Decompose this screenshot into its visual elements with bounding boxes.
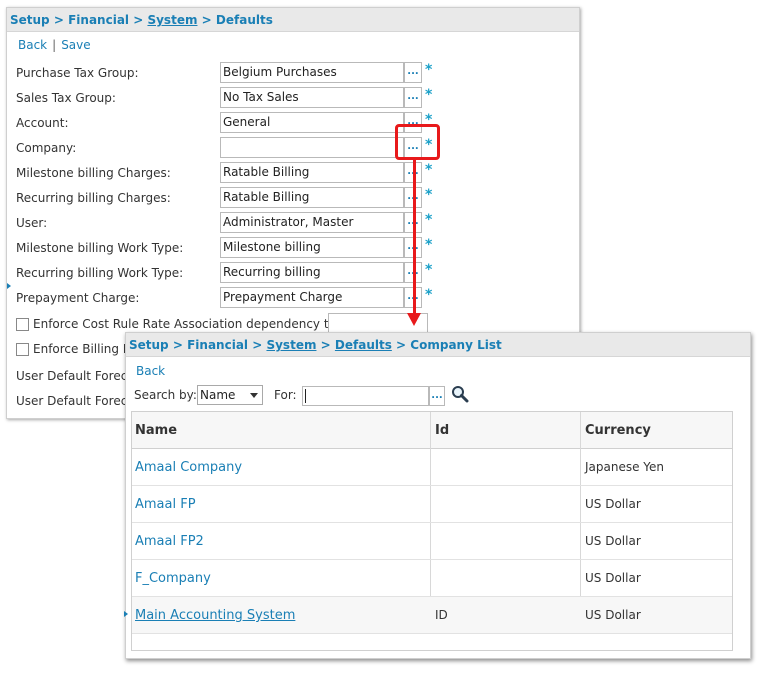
save-link[interactable]: Save <box>61 38 90 52</box>
enforce-billing-rule-label: Enforce Billing Ru <box>33 342 139 356</box>
account-input[interactable]: General <box>220 112 404 133</box>
for-lookup-button[interactable]: ... <box>429 386 445 406</box>
enforce-cost-rule-label: Enforce Cost Rule Rate Association depen… <box>33 317 340 331</box>
column-header-name[interactable]: Name <box>135 423 177 438</box>
required-indicator: * <box>425 187 433 203</box>
company-lookup-highlight <box>395 124 440 160</box>
recurring-billing-charges-label: Recurring billing Charges: <box>16 191 171 205</box>
breadcrumb-separator: > <box>252 338 263 352</box>
breadcrumb-financial[interactable]: Financial <box>68 13 129 27</box>
annotation-arrow-head <box>407 313 421 326</box>
sales-tax-group-lookup-button[interactable]: ... <box>404 87 422 108</box>
breadcrumb-separator: > <box>320 338 331 352</box>
text-caret <box>305 389 306 403</box>
breadcrumb-separator: > <box>133 13 144 27</box>
search-by-value: Name <box>200 388 236 402</box>
sales-tax-group-label: Sales Tax Group: <box>16 91 116 105</box>
sales-tax-group-input[interactable]: No Tax Sales <box>220 87 404 108</box>
milestone-billing-charges-input[interactable]: Ratable Billing <box>220 162 404 183</box>
annotation-arrow-line <box>413 160 416 314</box>
purchase-tax-group-lookup-button[interactable]: ... <box>404 62 422 83</box>
company-name-link[interactable]: Amaal Company <box>135 460 242 475</box>
required-indicator: * <box>425 62 433 78</box>
enforce-billing-rule-checkbox[interactable] <box>16 343 29 356</box>
required-indicator: * <box>425 162 433 178</box>
breadcrumb-financial[interactable]: Financial <box>187 338 248 352</box>
company-label: Company: <box>16 141 77 155</box>
recurring-billing-work-type-input[interactable]: Recurring billing <box>220 262 404 283</box>
required-indicator: * <box>425 87 433 103</box>
company-id: ID <box>435 608 448 622</box>
breadcrumb-separator: > <box>53 13 64 27</box>
company-currency: US Dollar <box>585 608 641 622</box>
chevron-down-icon <box>250 393 258 398</box>
table-row[interactable]: Main Accounting System ID US Dollar <box>124 597 732 634</box>
breadcrumb-system[interactable]: System <box>266 338 316 352</box>
user-label: User: <box>16 216 48 230</box>
purchase-tax-group-input[interactable]: Belgium Purchases <box>220 62 404 83</box>
breadcrumb: Setup > Financial > System > Defaults > … <box>126 333 750 357</box>
purchase-tax-group-label: Purchase Tax Group: <box>16 66 139 80</box>
breadcrumb-defaults[interactable]: Defaults <box>335 338 392 352</box>
back-link[interactable]: Back <box>18 38 47 52</box>
company-currency: US Dollar <box>585 571 641 585</box>
for-label: For: <box>274 388 297 402</box>
milestone-billing-charges-label: Milestone billing Charges: <box>16 166 171 180</box>
action-bar: Back | Save <box>18 38 91 52</box>
required-indicator: * <box>425 237 433 253</box>
user-input[interactable]: Administrator, Master <box>220 212 404 233</box>
column-header-id[interactable]: Id <box>435 423 449 438</box>
milestone-billing-work-type-input[interactable]: Milestone billing <box>220 237 404 258</box>
breadcrumb-separator: > <box>172 338 183 352</box>
recurring-billing-work-type-label: Recurring billing Work Type: <box>16 266 184 280</box>
company-name-link[interactable]: F_Company <box>135 571 211 586</box>
enforce-cost-rule-checkbox[interactable] <box>16 318 29 331</box>
breadcrumb: Setup > Financial > System > Defaults <box>7 8 579 32</box>
company-name-link[interactable]: Amaal FP2 <box>135 534 204 549</box>
required-indicator: * <box>425 262 433 278</box>
table-row[interactable]: Amaal FP US Dollar <box>132 486 732 523</box>
action-divider: | <box>52 38 57 52</box>
magnifier-icon[interactable] <box>451 385 469 403</box>
company-name-link[interactable]: Main Accounting System <box>135 608 295 623</box>
company-currency: US Dollar <box>585 534 641 548</box>
required-indicator: * <box>425 287 433 303</box>
search-by-label: Search by: <box>134 388 197 402</box>
prepayment-charge-input[interactable]: Prepayment Charge <box>220 287 404 308</box>
row-marker-icon <box>124 611 128 617</box>
account-label: Account: <box>16 116 69 130</box>
search-by-select[interactable]: Name <box>197 385 263 405</box>
required-indicator: * <box>425 212 433 228</box>
column-header-currency[interactable]: Currency <box>585 423 651 438</box>
company-currency: Japanese Yen <box>585 460 665 474</box>
breadcrumb-separator: > <box>201 13 212 27</box>
breadcrumb-defaults: Defaults <box>215 13 273 27</box>
breadcrumb-company-list: Company List <box>410 338 502 352</box>
user-default-forecast-label: User Default Foreca <box>16 369 135 383</box>
company-input[interactable] <box>220 137 404 158</box>
breadcrumb-setup[interactable]: Setup <box>10 13 50 27</box>
table-row[interactable]: Amaal FP2 US Dollar <box>132 523 732 560</box>
company-list-panel: Setup > Financial > System > Defaults > … <box>124 332 751 659</box>
user-default-forecast-label-2: User Default Foreca <box>16 394 135 408</box>
company-currency: US Dollar <box>585 497 641 511</box>
for-input[interactable] <box>302 386 429 406</box>
table-row[interactable]: Amaal Company Japanese Yen <box>132 449 732 486</box>
recurring-billing-charges-input[interactable]: Ratable Billing <box>220 187 404 208</box>
breadcrumb-system[interactable]: System <box>147 13 197 27</box>
breadcrumb-separator: > <box>396 338 407 352</box>
milestone-billing-work-type-label: Milestone billing Work Type: <box>16 241 184 255</box>
company-name-link[interactable]: Amaal FP <box>135 497 196 512</box>
prepayment-charge-label: Prepayment Charge: <box>16 291 140 305</box>
row-marker-icon <box>7 283 11 289</box>
breadcrumb-setup[interactable]: Setup <box>129 338 169 352</box>
back-link[interactable]: Back <box>136 364 165 378</box>
company-table: Name Id Currency Amaal Company Japanese … <box>124 411 733 651</box>
table-row[interactable]: F_Company US Dollar <box>132 560 732 597</box>
table-header: Name Id Currency <box>132 412 732 449</box>
